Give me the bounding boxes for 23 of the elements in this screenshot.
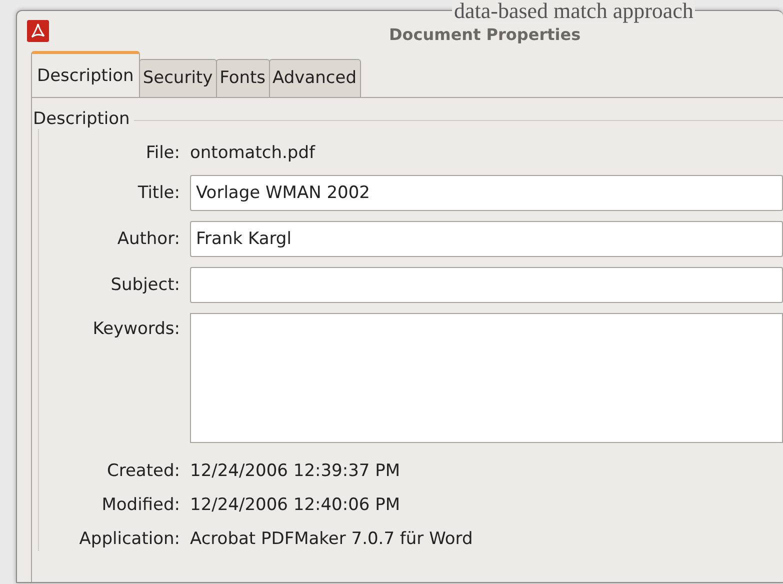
field-label: Keywords:: [92, 318, 180, 339]
field-value: 12/24/2006 12:40:06 PM: [190, 494, 402, 517]
field-label: Title:: [136, 183, 180, 203]
input-field[interactable]: [190, 267, 783, 303]
field-label: Application:: [78, 529, 180, 549]
field-value: ontomatch.pdf: [190, 142, 316, 165]
field-value: Acrobat PDFMaker 7.0.7 für Word: [190, 528, 474, 551]
tab[interactable]: Security: [138, 59, 217, 97]
background-document-text: data-based match approach: [452, 0, 696, 22]
tab[interactable]: Advanced: [268, 59, 360, 97]
field-label: Modified:: [100, 495, 180, 515]
field-label: Subject:: [110, 275, 180, 295]
input-field[interactable]: Vorlage WMAN 2002: [190, 175, 783, 211]
pdf-icon: [27, 20, 49, 42]
field-label: Author:: [116, 229, 180, 249]
tab[interactable]: Description: [31, 51, 140, 97]
field-value: 12/24/2006 12:39:37 PM: [190, 460, 402, 483]
field-label: Created:: [106, 461, 180, 481]
window-title: Document Properties: [389, 25, 581, 44]
field-label: File:: [144, 143, 180, 163]
section-legend: Description: [33, 109, 134, 129]
input-field[interactable]: Frank Kargl: [190, 221, 783, 257]
tab[interactable]: Fonts: [216, 59, 270, 97]
